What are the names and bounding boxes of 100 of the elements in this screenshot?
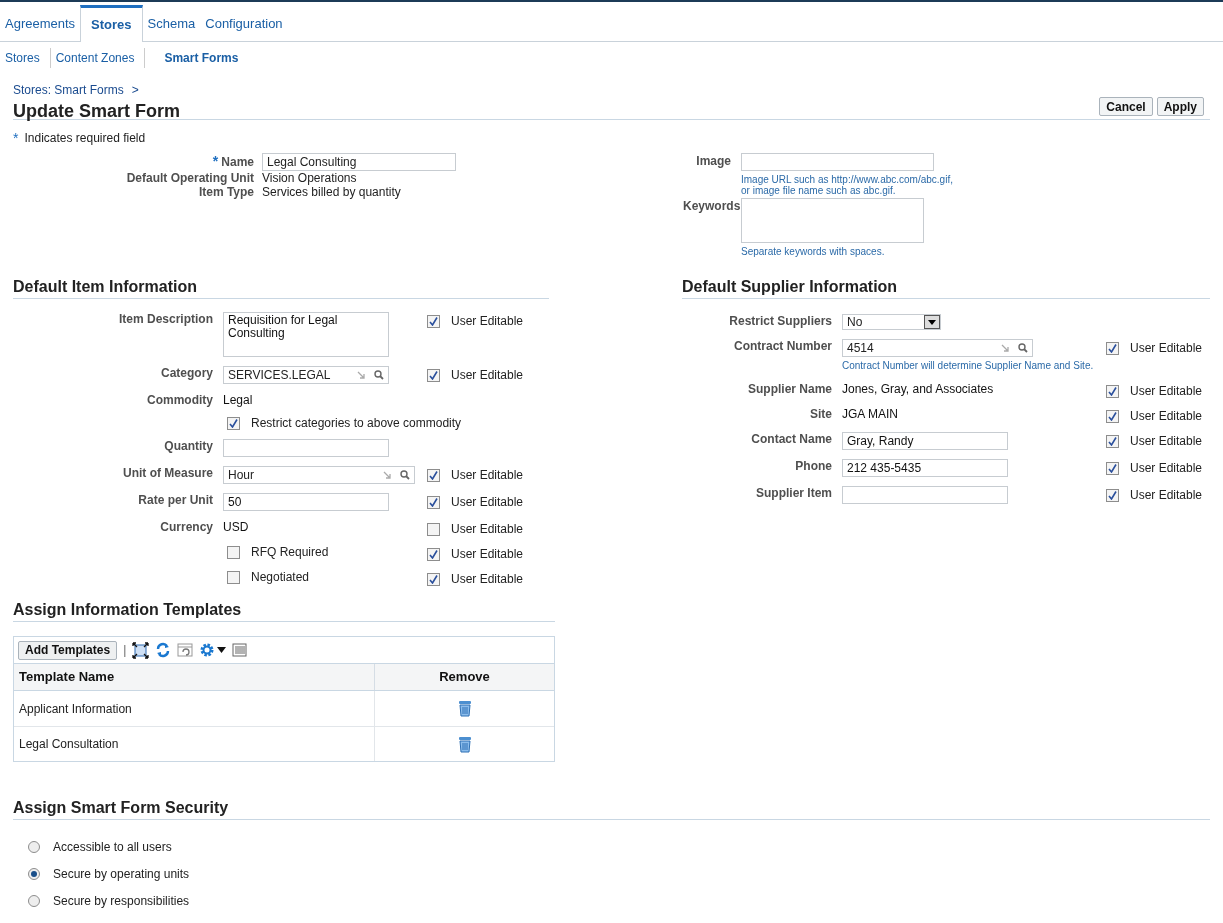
checkbox[interactable] <box>1106 434 1119 448</box>
field-label: Category <box>161 366 213 380</box>
checkbox[interactable] <box>1106 384 1119 398</box>
field-label: Contact Name <box>751 432 832 446</box>
keywords-field[interactable] <box>741 198 924 243</box>
checkbox-label: User Editable <box>451 314 524 328</box>
checkbox[interactable] <box>1106 409 1119 423</box>
description-field[interactable]: Requisition for Legal Consulting <box>223 312 389 357</box>
checkbox-label: User Editable <box>1130 434 1203 448</box>
input-field[interactable] <box>842 486 1008 504</box>
field-label: Supplier Name <box>747 382 832 396</box>
hint-text: Contract Number will determine Supplier Name and Site. <box>842 359 1095 373</box>
input-field[interactable] <box>741 153 934 171</box>
radio-button[interactable] <box>28 841 40 853</box>
field-label: Phone <box>795 459 832 473</box>
checkbox[interactable] <box>427 495 440 509</box>
section-title: Default Supplier Information <box>682 280 899 294</box>
sub-tab[interactable]: Stores <box>0 51 50 65</box>
select-field[interactable]: No <box>842 314 941 330</box>
trash-icon[interactable] <box>457 735 472 753</box>
table-cell: Applicant Information <box>19 701 132 716</box>
checkbox[interactable] <box>227 416 240 430</box>
checkbox-label: Negotiated <box>251 570 310 584</box>
field-label: Site <box>810 407 832 421</box>
tab[interactable]: Schema <box>142 7 201 41</box>
column-header: Remove <box>439 670 490 684</box>
section-title: Assign Information Templates <box>13 603 243 617</box>
radio-button[interactable] <box>28 868 40 880</box>
action-button[interactable]: Cancel <box>1099 97 1153 116</box>
field-label: Item Description <box>118 312 213 326</box>
checkbox-label: User Editable <box>1130 341 1203 355</box>
field-value: Services billed by quantity <box>262 185 401 199</box>
checkbox-label: User Editable <box>451 468 524 482</box>
search-icon[interactable] <box>400 470 410 480</box>
search-icon[interactable] <box>1018 343 1028 353</box>
checkbox-label: User Editable <box>451 495 524 509</box>
checkbox[interactable] <box>1106 341 1119 355</box>
refresh-icon[interactable] <box>155 642 172 658</box>
checkbox[interactable] <box>427 468 440 482</box>
lookup-field[interactable]: 4514 <box>842 339 1033 357</box>
checkbox-label: User Editable <box>451 368 524 382</box>
checkbox[interactable] <box>1106 488 1119 502</box>
field-label: Unit of Measure <box>123 466 213 480</box>
sub-tab[interactable]: Smart Forms <box>145 51 258 65</box>
field-label: Contract Number <box>734 339 832 353</box>
checkbox-label: User Editable <box>1130 461 1203 475</box>
field-label: Name <box>221 155 254 169</box>
checkbox[interactable] <box>427 522 440 536</box>
search-icon[interactable] <box>374 370 384 380</box>
lookup-field[interactable]: SERVICES.LEGAL <box>223 366 389 384</box>
detach-icon[interactable] <box>132 641 150 659</box>
section-title: Assign Smart Form Security <box>13 801 230 815</box>
input-field[interactable]: 212 435-5435 <box>842 459 1008 477</box>
tab[interactable]: Configuration <box>200 7 288 41</box>
field-label: Default Operating Unit <box>126 171 254 185</box>
tab[interactable]: Stores <box>80 5 143 42</box>
add-templates-button[interactable]: Add Templates <box>18 640 118 660</box>
checkbox[interactable] <box>227 545 240 559</box>
checkbox[interactable] <box>427 547 440 561</box>
field-label: Keywords <box>683 199 741 213</box>
column-header: Template Name <box>19 670 115 684</box>
toolbar-separator: | <box>123 643 127 657</box>
input-field[interactable]: Legal Consulting <box>262 153 456 171</box>
sub-tab[interactable]: Content Zones <box>50 51 145 65</box>
field-label: Rate per Unit <box>138 493 213 507</box>
field-label: Restrict Suppliers <box>729 314 832 328</box>
checkbox[interactable] <box>427 314 440 328</box>
required-icon: * <box>212 155 219 167</box>
field-value: JGA MAIN <box>842 407 898 421</box>
window-undo-icon[interactable] <box>177 642 194 658</box>
trash-icon[interactable] <box>457 700 472 717</box>
checkbox[interactable] <box>427 572 440 586</box>
input-field[interactable] <box>223 439 389 457</box>
input-field[interactable]: Gray, Randy <box>842 432 1008 450</box>
breadcrumb-separator: > <box>131 83 139 97</box>
tab[interactable]: Agreements <box>0 7 81 41</box>
hint-text: Separate keywords with spaces. <box>741 246 886 257</box>
checkbox-label: User Editable <box>451 547 524 561</box>
caret-icon <box>928 319 936 325</box>
action-button[interactable]: Apply <box>1156 97 1204 116</box>
input-field[interactable]: 50 <box>223 493 389 511</box>
radio-label: Accessible to all users <box>53 840 172 854</box>
caret-icon[interactable] <box>217 647 227 653</box>
lookup-field[interactable]: Hour <box>223 466 415 484</box>
radio-label: Secure by responsibilities <box>53 894 190 908</box>
field-label: Supplier Item <box>756 486 832 500</box>
radio-button[interactable] <box>28 895 40 907</box>
field-label: Item Type <box>198 185 254 199</box>
settings-icon[interactable] <box>199 642 216 658</box>
radio-label: Secure by operating units <box>53 867 190 881</box>
checkbox[interactable] <box>427 368 440 382</box>
checkbox[interactable] <box>1106 461 1119 475</box>
field-value: Vision Operations <box>262 171 357 185</box>
breadcrumb-link[interactable]: Stores: Smart Forms <box>13 83 124 97</box>
required-note: Indicates required field <box>24 131 146 145</box>
field-value: USD <box>223 520 249 534</box>
checkbox-label: User Editable <box>1130 488 1203 502</box>
field-value: Jones, Gray, and Associates <box>842 382 994 396</box>
field-label: Image <box>696 154 731 168</box>
checkbox[interactable] <box>227 570 240 584</box>
